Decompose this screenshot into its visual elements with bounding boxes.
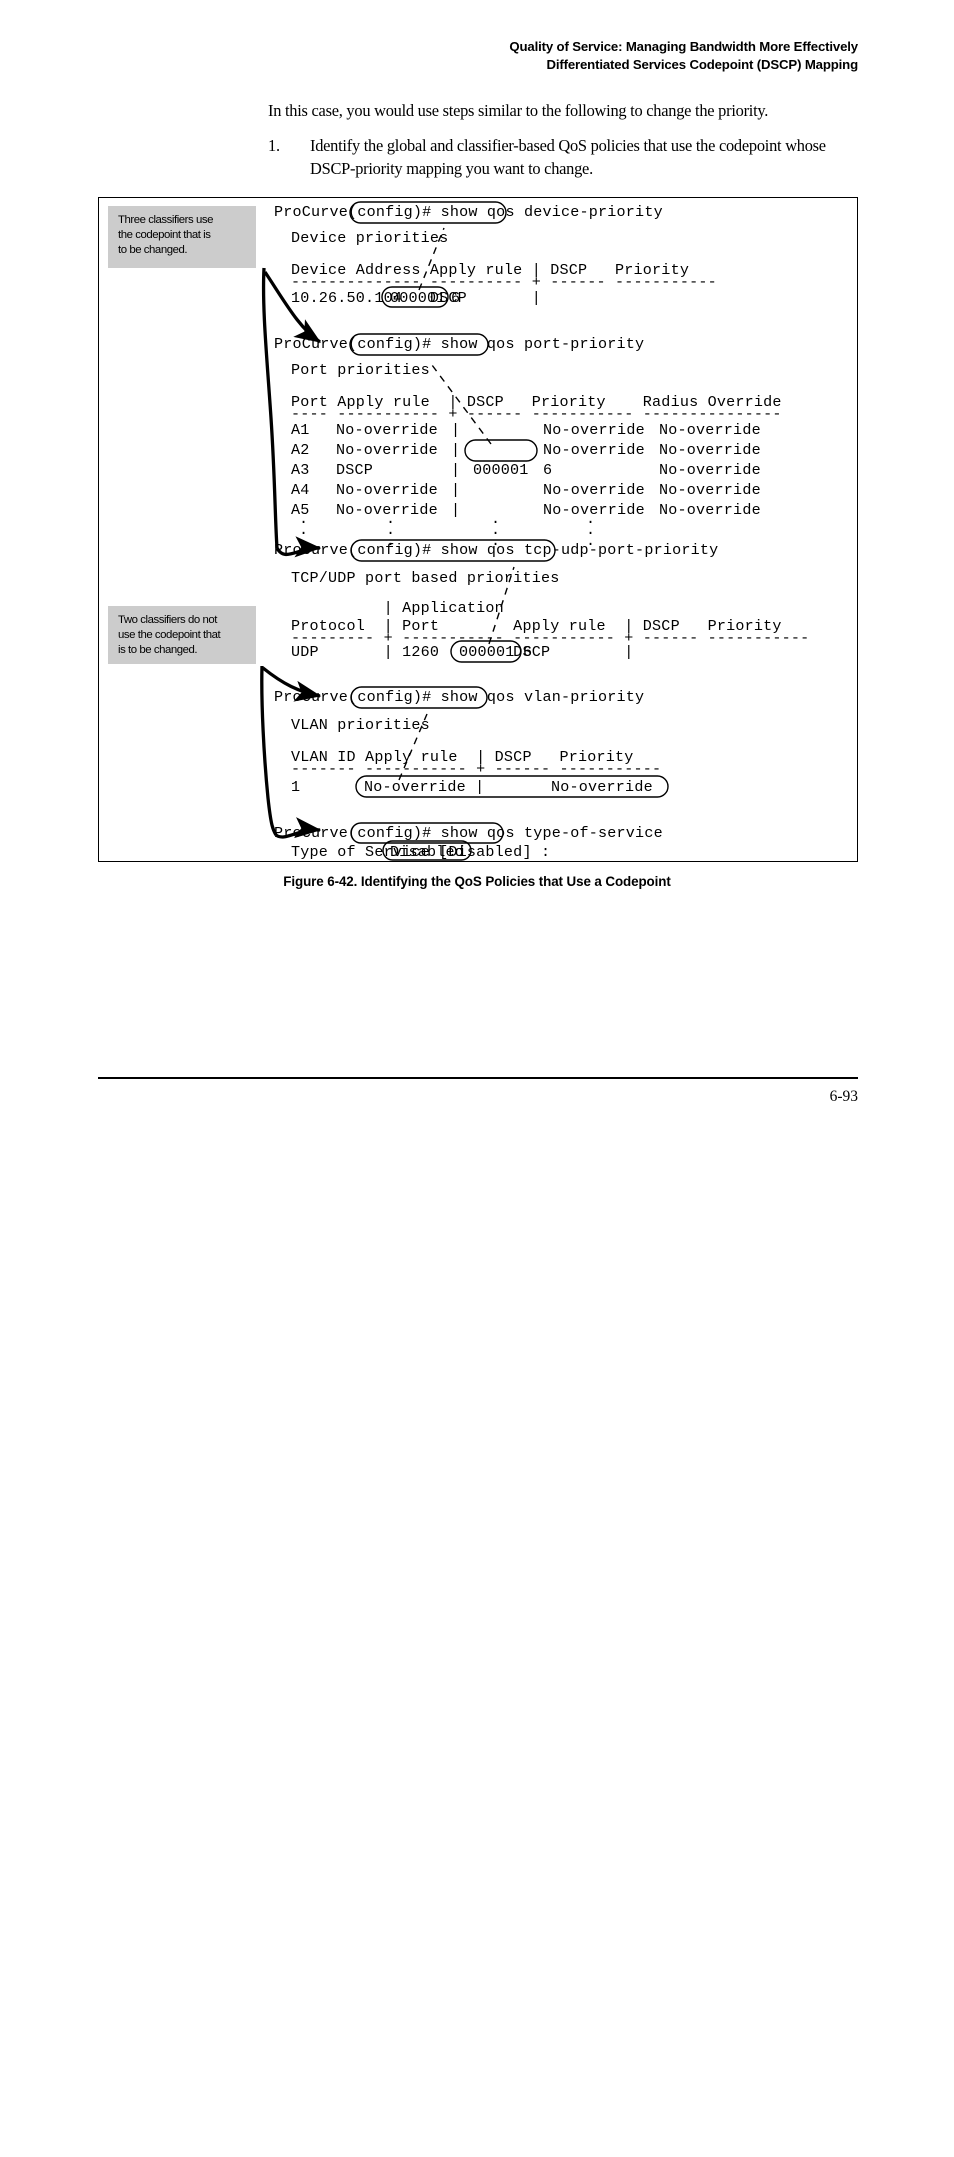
prompt-text: ProCurve(config)# show qos bbox=[274, 335, 524, 353]
cell-vlan-priority: No-override bbox=[551, 778, 653, 796]
table-row: A4 bbox=[291, 480, 310, 500]
prompt-vlan-priority: ProCurve(config)# show qos vlan-priority bbox=[274, 687, 644, 707]
command-tcp-udp-port-priority: tcp-udp-port-priority bbox=[523, 541, 719, 559]
cell-dscp: 000001 bbox=[473, 461, 529, 479]
cell-rule: No-override bbox=[336, 441, 438, 459]
cell-rule: DSCP bbox=[336, 461, 374, 479]
callout-line-1: Two classifiers do not bbox=[118, 614, 217, 626]
callout-line-3: is to be changed. bbox=[118, 644, 198, 657]
prompt-device-priority: ProCurve(config)# show qos device-priori… bbox=[274, 202, 663, 222]
figure-frame: ProCurve(config)# show qos device-priori… bbox=[98, 197, 858, 862]
heading-port-priorities: Port priorities bbox=[291, 361, 430, 379]
cell-bar: | bbox=[451, 441, 461, 459]
header-line-2: Differentiated Services Codepoint (DSCP)… bbox=[546, 57, 858, 72]
cell-rule: No-override bbox=[336, 481, 438, 499]
cell-port: A4 bbox=[291, 481, 310, 499]
cell-bar: | bbox=[451, 461, 461, 479]
running-header: Quality of Service: Managing Bandwidth M… bbox=[0, 38, 858, 74]
heading-device-priorities: Device priorities bbox=[291, 229, 449, 247]
value-tcp-udp-priority: 6 bbox=[523, 643, 533, 661]
value-device-dscp: 000001 bbox=[390, 289, 446, 307]
cell-radius: No-override bbox=[659, 461, 761, 479]
command-vlan-priority: vlan-priority bbox=[523, 688, 645, 706]
callout-line-2: use the codepoint that bbox=[118, 629, 221, 642]
callout-three-classifiers: Three classifiers use the codepoint that… bbox=[108, 206, 256, 268]
callout-line-2: the codepoint that is bbox=[118, 229, 211, 242]
cell-port: A3 bbox=[291, 461, 310, 479]
cell-vlan-id: 1 bbox=[291, 778, 301, 796]
list-item: 1. Identify the global and classifier-ba… bbox=[268, 134, 860, 180]
cell-rule: No-override bbox=[336, 421, 438, 439]
heading-vlan-priorities: VLAN priorities bbox=[291, 716, 430, 734]
cell-radius: No-override bbox=[659, 421, 761, 439]
prompt-text: ProCurve(config)# show qos bbox=[274, 824, 524, 842]
cell-priority: No-override bbox=[543, 421, 645, 439]
prompt-text: ProCurve(config)# show qos bbox=[274, 203, 524, 221]
command-type-of-service: type-of-service bbox=[523, 824, 663, 842]
cell-priority: No-override bbox=[543, 441, 645, 459]
footer-rule bbox=[98, 1077, 858, 1079]
heading-tcp-udp: TCP/UDP port based priorities bbox=[291, 569, 560, 587]
terminal-output: ProCurve(config)# show qos device-priori… bbox=[99, 198, 859, 863]
cell-priority: No-override bbox=[543, 481, 645, 499]
cell-radius: No-override bbox=[659, 501, 761, 519]
prompt-tcp-udp-port-priority: ProCurve(config)# show qos tcp-udp-port-… bbox=[274, 540, 718, 560]
cell-bar: | bbox=[451, 501, 461, 519]
value-device-priority: 6 bbox=[451, 289, 461, 307]
step-list: 1. Identify the global and classifier-ba… bbox=[268, 134, 860, 180]
callout-line-3: to be changed. bbox=[118, 244, 188, 257]
value-type-of-service: Disabled bbox=[390, 843, 465, 861]
prompt-type-of-service: ProCurve(config)# show qos type-of-servi… bbox=[274, 823, 663, 843]
cell-radius: No-override bbox=[659, 441, 761, 459]
table-row: A1 bbox=[291, 420, 310, 440]
prompt-text: ProCurve(config)# show qos bbox=[274, 688, 524, 706]
cell-bar: | bbox=[451, 481, 461, 499]
step-text: Identify the global and classifier-based… bbox=[310, 136, 826, 178]
cell-radius: No-override bbox=[659, 481, 761, 499]
cell-priority: 6 bbox=[543, 461, 553, 479]
prompt-port-priority: ProCurve(config)# show qos port-priority bbox=[274, 334, 644, 354]
intro-paragraph: In this case, you would use steps simila… bbox=[268, 101, 769, 120]
step-number: 1. bbox=[268, 136, 280, 155]
table-row: A3 bbox=[291, 460, 310, 480]
command-port-priority: port-priority bbox=[523, 335, 645, 353]
callout-two-classifiers: Two classifiers do not use the codepoint… bbox=[108, 606, 256, 664]
value-tcp-udp-dscp: 000001 bbox=[459, 643, 515, 661]
cell-port: A2 bbox=[291, 441, 310, 459]
callout-line-1: Three classifiers use bbox=[118, 214, 214, 226]
cell-bar: | bbox=[451, 421, 461, 439]
figure-caption: Figure 6-42. Identifying the QoS Policie… bbox=[283, 874, 671, 889]
cell-port: A1 bbox=[291, 421, 310, 439]
prompt-text: ProCurve(config)# show qos bbox=[274, 541, 524, 559]
cell-vlan-rule: No-override | bbox=[364, 778, 485, 796]
command-device-priority: device-priority bbox=[523, 203, 663, 221]
page-number: 6-93 bbox=[829, 1088, 858, 1105]
table-row: A2 bbox=[291, 440, 310, 460]
header-line-1: Quality of Service: Managing Bandwidth M… bbox=[509, 39, 858, 54]
